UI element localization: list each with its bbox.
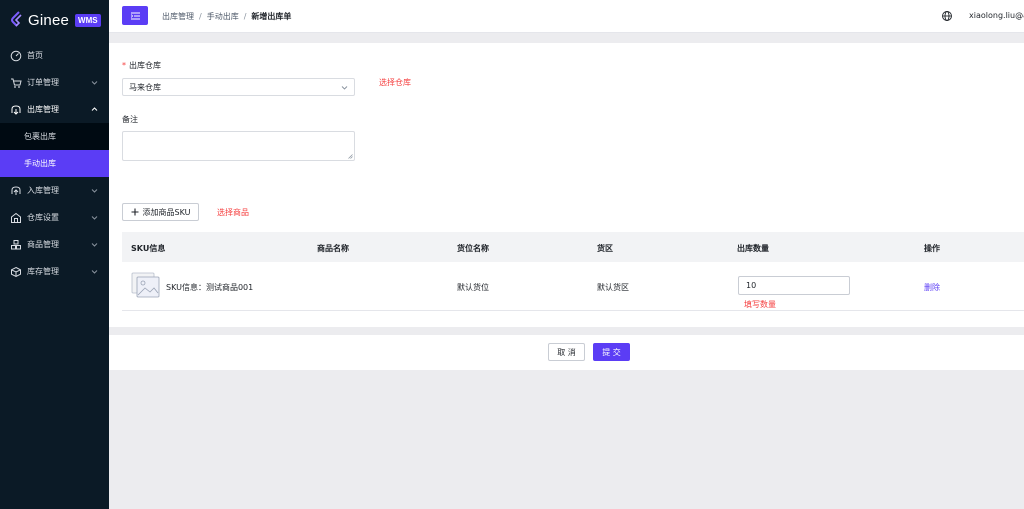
- breadcrumb-item-outbound[interactable]: 出库管理: [162, 11, 194, 22]
- add-sku-hint: 选择商品: [217, 208, 249, 217]
- form-card: * 出库仓库 马来仓库 选择仓库 备注 添加商品SKU 选择商品 SKU信息 商品…: [109, 43, 1024, 327]
- breadcrumb-separator: /: [243, 12, 247, 21]
- warehouse-icon: [10, 212, 22, 224]
- chevron-down-icon: [91, 270, 98, 274]
- delete-link[interactable]: 删除: [924, 282, 940, 293]
- table-header: SKU信息 商品名称 货位名称 货区 出库数量 操作: [122, 232, 1024, 262]
- required-mark: *: [122, 61, 126, 70]
- warehouse-select-value: 马来仓库: [129, 82, 161, 92]
- resize-handle-icon[interactable]: [347, 153, 353, 159]
- sidebar-item-home[interactable]: 首页: [0, 42, 109, 69]
- menu-toggle-button[interactable]: [122, 6, 148, 25]
- zone-name: 默认货区: [597, 283, 629, 292]
- remark-textarea[interactable]: [122, 131, 355, 161]
- column-header-location: 货位名称: [457, 244, 489, 253]
- breadcrumb-current: 新增出库单: [251, 12, 292, 21]
- menu-icon: [130, 12, 140, 19]
- sidebar-item-label: 手动出库: [24, 159, 56, 168]
- chevron-down-icon: [91, 243, 98, 247]
- sidebar-item-warehouse-settings[interactable]: 仓库设置: [0, 204, 109, 231]
- sidebar-item-inventory[interactable]: 库存管理: [0, 258, 109, 285]
- sidebar: Ginee WMS 首页 订单管理 出库管理 包裹出库 手动出库 入库管理 仓库…: [0, 0, 109, 509]
- quantity-value: 10: [746, 281, 757, 290]
- product-image-placeholder-icon: [131, 272, 160, 298]
- warehouse-hint: 选择仓库: [379, 78, 411, 87]
- warehouse-select[interactable]: 马来仓库: [122, 78, 355, 96]
- sidebar-item-products[interactable]: 商品管理: [0, 231, 109, 258]
- column-header-qty: 出库数量: [737, 244, 769, 253]
- table-row: SKU信息：测试商品001 默认货位 默认货区 10 填写数量 删除: [122, 262, 1024, 311]
- sidebar-item-label: 仓库设置: [27, 213, 59, 222]
- sidebar-item-inbound[interactable]: 入库管理: [0, 177, 109, 204]
- column-header-zone: 货区: [597, 244, 613, 253]
- inventory-icon: [10, 266, 22, 278]
- sidebar-item-orders[interactable]: 订单管理: [0, 69, 109, 96]
- chevron-down-icon: [341, 86, 348, 90]
- add-sku-label: 添加商品SKU: [142, 207, 191, 217]
- sku-table: SKU信息 商品名称 货位名称 货区 出库数量 操作 SKU信息：测试商品001…: [122, 232, 1024, 311]
- sidebar-item-label: 商品管理: [27, 240, 59, 249]
- chevron-up-icon: [91, 107, 98, 111]
- sidebar-item-label: 首页: [27, 51, 43, 60]
- quantity-input[interactable]: 10: [738, 276, 850, 295]
- product-icon: [10, 239, 22, 251]
- breadcrumb: 出库管理 / 手动出库 / 新增出库单: [162, 11, 291, 22]
- chevron-down-icon: [91, 81, 98, 85]
- dashboard-icon: [10, 50, 22, 62]
- add-sku-button[interactable]: 添加商品SKU: [122, 203, 199, 221]
- sidebar-item-package-outbound[interactable]: 包裹出库: [0, 123, 109, 150]
- sidebar-item-outbound[interactable]: 出库管理: [0, 96, 109, 123]
- content-gap: [109, 327, 1024, 335]
- sidebar-item-manual-outbound[interactable]: 手动出库: [0, 150, 109, 177]
- content-gap: [109, 33, 1024, 43]
- cart-icon: [10, 77, 22, 89]
- warehouse-label: * 出库仓库: [122, 60, 161, 71]
- sidebar-item-label: 包裹出库: [24, 132, 56, 141]
- quantity-hint: 填写数量: [744, 300, 776, 309]
- cancel-button[interactable]: 取 消: [548, 343, 585, 361]
- submit-button[interactable]: 提 交: [593, 343, 630, 361]
- sku-info: SKU信息：测试商品001: [166, 283, 254, 292]
- chevron-down-icon: [91, 216, 98, 220]
- breadcrumb-separator: /: [199, 12, 202, 21]
- inbound-icon: [10, 185, 22, 197]
- warehouse-label-text: 出库仓库: [129, 61, 161, 70]
- location-name: 默认货位: [457, 283, 489, 292]
- sidebar-item-label: 订单管理: [27, 78, 59, 87]
- outbound-icon: [10, 104, 22, 116]
- column-header-action: 操作: [924, 244, 940, 253]
- top-header: 出库管理 / 手动出库 / 新增出库单 xiaolong.liu@ac: [109, 0, 1024, 33]
- user-account[interactable]: xiaolong.liu@ac: [969, 11, 1024, 20]
- ginee-logo-icon: [11, 11, 22, 27]
- logo[interactable]: Ginee WMS: [0, 0, 109, 40]
- form-footer: 取 消 提 交: [109, 335, 1024, 370]
- column-header-product-name: 商品名称: [317, 244, 349, 253]
- breadcrumb-item-manual[interactable]: 手动出库: [207, 11, 239, 22]
- sidebar-item-label: 入库管理: [27, 186, 59, 195]
- plus-icon: [131, 208, 139, 216]
- column-header-sku: SKU信息: [131, 244, 166, 253]
- sidebar-item-label: 库存管理: [27, 267, 59, 276]
- globe-icon[interactable]: [941, 10, 953, 22]
- chevron-down-icon: [91, 189, 98, 193]
- sidebar-item-label: 出库管理: [27, 105, 59, 114]
- remark-label: 备注: [122, 115, 138, 124]
- brand-name: Ginee: [28, 11, 70, 29]
- brand-badge: WMS: [75, 13, 101, 27]
